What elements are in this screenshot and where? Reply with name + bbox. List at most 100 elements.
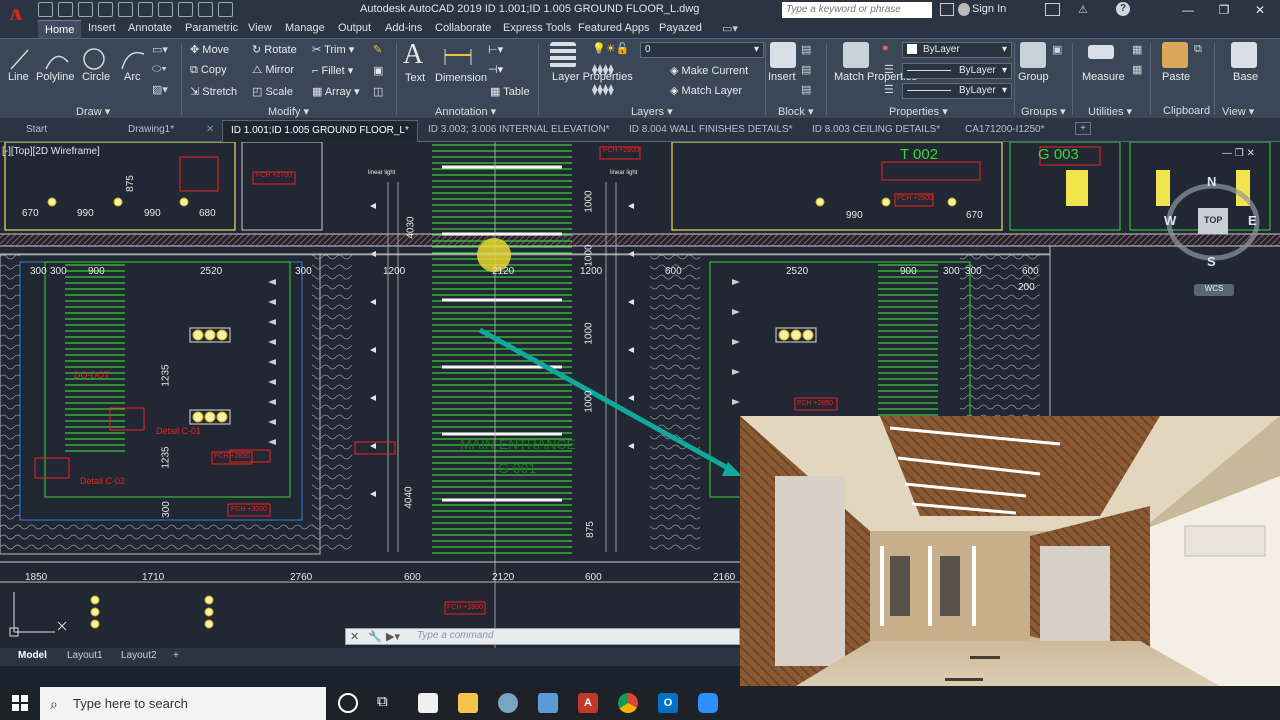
- tab-express-tools[interactable]: Express Tools: [503, 22, 571, 34]
- command-line[interactable]: [345, 628, 740, 645]
- tolerance-icon[interactable]: ⊣▾: [488, 63, 503, 76]
- view-panel-title[interactable]: View ▾: [1222, 105, 1254, 118]
- calculator-app-icon[interactable]: [538, 693, 558, 713]
- binoculars-icon[interactable]: [940, 3, 954, 16]
- table-button[interactable]: ▦ Table: [490, 85, 530, 98]
- linetype-dropdown[interactable]: ByLayer ▾: [902, 63, 1012, 79]
- doc-tab-ceiling-details[interactable]: ID 8.003 CEILING DETAILS*: [812, 124, 940, 135]
- insert-button[interactable]: Insert: [768, 71, 796, 83]
- annotation-panel-title[interactable]: Annotation ▾: [435, 105, 496, 118]
- viewcube-top-face[interactable]: TOP: [1204, 215, 1222, 225]
- tab-layout1[interactable]: Layout1: [67, 650, 103, 661]
- tab-annotate[interactable]: Annotate: [128, 22, 172, 34]
- tab-add-ins[interactable]: Add-ins: [385, 22, 422, 34]
- doc-tab-drawing1[interactable]: Drawing1*: [128, 124, 174, 135]
- share-icon[interactable]: [218, 2, 233, 17]
- doc-tab-internal-elevation[interactable]: ID 3.003; 3.006 INTERNAL ELEVATION*: [428, 124, 610, 135]
- save-icon[interactable]: [78, 2, 93, 17]
- viewcube[interactable]: N S E W TOP WCS: [1160, 170, 1270, 296]
- groups-panel-title[interactable]: Groups ▾: [1021, 105, 1066, 118]
- dimension-button[interactable]: Dimension: [435, 72, 487, 84]
- circle-button[interactable]: Circle: [82, 71, 110, 83]
- layer-tools-icons-row1[interactable]: ⧫⧫⧫⧫: [592, 63, 614, 76]
- tab-insert[interactable]: Insert: [88, 22, 116, 34]
- viewcube-south[interactable]: S: [1207, 254, 1216, 269]
- block-attributes-icon[interactable]: ▤: [801, 83, 811, 96]
- tab-model[interactable]: Model: [18, 650, 47, 661]
- autocad-taskbar-icon[interactable]: A: [578, 693, 598, 713]
- open-web-icon[interactable]: [118, 2, 133, 17]
- windows-start-icon[interactable]: [12, 695, 28, 711]
- line-button[interactable]: Line: [8, 71, 29, 83]
- save-web-icon[interactable]: [138, 2, 153, 17]
- properties-panel-title[interactable]: Properties ▾: [889, 105, 948, 118]
- close-tab-icon[interactable]: ✕: [206, 124, 214, 135]
- task-view-icon[interactable]: ⧉: [377, 693, 397, 713]
- tab-home[interactable]: Home: [38, 20, 82, 38]
- group-button[interactable]: Group: [1018, 71, 1049, 83]
- doc-tab-ground-floor[interactable]: ID 1.001;ID 1.005 GROUND FLOOR_L*: [222, 120, 418, 142]
- doc-tab-ca171200[interactable]: CA171200-I1250*: [965, 124, 1045, 135]
- block-panel-title[interactable]: Block ▾: [778, 105, 813, 118]
- color-dropdown[interactable]: ByLayer ▾: [902, 42, 1012, 58]
- viewcube-north[interactable]: N: [1207, 174, 1216, 189]
- tab-featured-apps[interactable]: Featured Apps: [578, 22, 650, 34]
- viewport-window-controls[interactable]: — ❐ ✕: [1222, 148, 1255, 159]
- tab-manage[interactable]: Manage: [285, 22, 325, 34]
- mirror-button[interactable]: ⧍ Mirror: [252, 64, 294, 77]
- command-wrench-icon[interactable]: 🔧: [368, 630, 382, 643]
- create-block-icon[interactable]: ▤: [801, 43, 811, 56]
- help-search-input[interactable]: Type a keyword or phrase: [782, 2, 932, 18]
- tab-payazed[interactable]: Payazed: [659, 22, 702, 34]
- viewcube-west[interactable]: W: [1164, 213, 1176, 228]
- measure-button[interactable]: Measure: [1082, 71, 1125, 83]
- user-icon[interactable]: [958, 3, 970, 16]
- rectangle-icon[interactable]: ▭▾: [152, 43, 168, 56]
- restore-button[interactable]: ❐: [1206, 0, 1242, 20]
- help-icon[interactable]: ?: [1116, 2, 1130, 16]
- explode-icon[interactable]: ▣: [373, 64, 383, 77]
- match-layer-button[interactable]: ◈ Match Layer: [670, 84, 742, 97]
- rotate-button[interactable]: ↻ Rotate: [252, 43, 297, 56]
- doc-tab-start[interactable]: Start: [26, 124, 47, 135]
- lineweight-dropdown[interactable]: ByLayer ▾: [902, 83, 1012, 99]
- id-point-icon[interactable]: ▦: [1132, 63, 1142, 76]
- viewport-controls[interactable]: [-][Top][2D Wireframe]: [2, 146, 100, 157]
- ungroup-icon[interactable]: ▣: [1052, 43, 1062, 56]
- base-button[interactable]: Base: [1233, 71, 1258, 83]
- undo-icon[interactable]: [178, 2, 193, 17]
- file-explorer-icon[interactable]: [458, 693, 478, 713]
- zoom-icon[interactable]: [698, 693, 718, 713]
- erase-icon[interactable]: ✎: [373, 43, 382, 56]
- ribbon-options-icon[interactable]: ▭▾: [722, 22, 738, 35]
- layer-tools-icons-row2[interactable]: ⧫⧫⧫⧫: [592, 83, 614, 96]
- layer-dropdown[interactable]: 0 ▾: [640, 42, 764, 58]
- tab-collaborate[interactable]: Collaborate: [435, 22, 491, 34]
- tab-layout2[interactable]: Layout2: [121, 650, 157, 661]
- layers-panel-title[interactable]: Layers ▾: [631, 105, 673, 118]
- modify-panel-title[interactable]: Modify ▾: [268, 105, 309, 118]
- offset-icon[interactable]: ◫: [373, 85, 383, 98]
- make-current-button[interactable]: ◈ Make Current: [670, 64, 748, 77]
- polyline-button[interactable]: Polyline: [36, 71, 75, 83]
- leader-icon[interactable]: ⊢▾: [488, 43, 503, 56]
- command-close-icon[interactable]: ✕: [350, 630, 359, 643]
- save-as-icon[interactable]: [98, 2, 113, 17]
- draw-panel-title[interactable]: Draw ▾: [76, 105, 110, 118]
- text-icon[interactable]: A: [403, 39, 423, 71]
- add-layout-button[interactable]: +: [173, 650, 179, 661]
- close-window-button[interactable]: ✕: [1242, 0, 1278, 20]
- minimize-button[interactable]: —: [1170, 0, 1206, 20]
- command-input[interactable]: Type a command: [417, 630, 494, 641]
- doc-tab-wall-finishes[interactable]: ID 8.004 WALL FINISHES DETAILS*: [629, 124, 793, 135]
- move-button[interactable]: ✥ Move: [190, 43, 229, 56]
- color-wheel-icon[interactable]: ●: [882, 42, 889, 54]
- cart-icon[interactable]: [1045, 3, 1060, 16]
- tab-view[interactable]: View: [248, 22, 272, 34]
- scale-button[interactable]: ◰ Scale: [252, 85, 293, 98]
- tab-output[interactable]: Output: [338, 22, 371, 34]
- cut-icon[interactable]: ⧉: [1194, 43, 1202, 56]
- store-icon[interactable]: [418, 693, 438, 713]
- plot-icon[interactable]: [158, 2, 173, 17]
- autodesk-a360-icon[interactable]: ⚠: [1078, 3, 1093, 16]
